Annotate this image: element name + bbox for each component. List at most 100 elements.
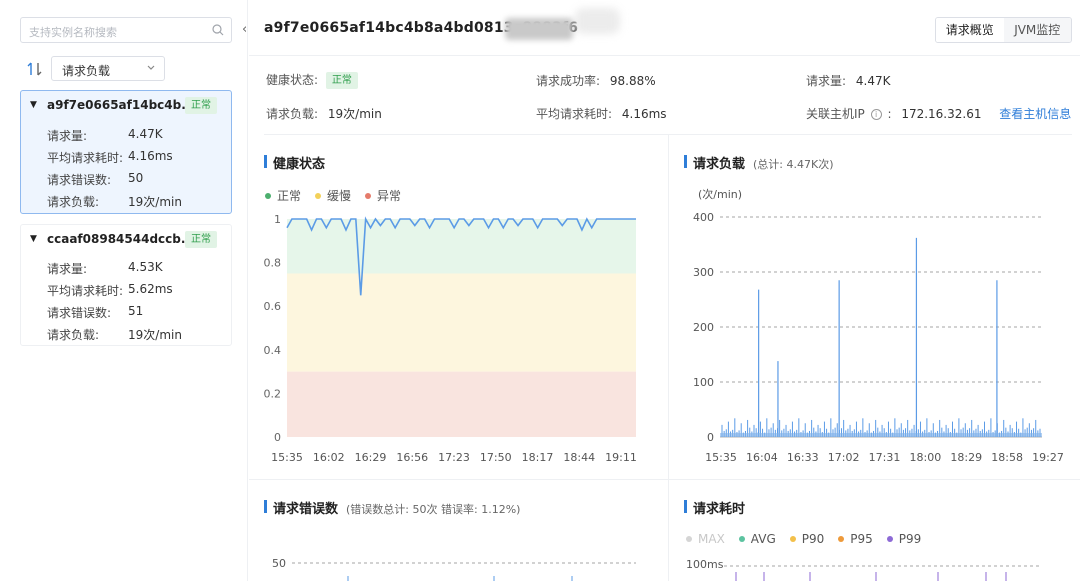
success-rate-value: 98.88% — [609, 74, 656, 88]
x-tick-label: 18:00 — [910, 451, 942, 464]
tab-overview[interactable]: 请求概览 — [936, 18, 1004, 42]
expand-triangle-icon[interactable]: ▼ — [30, 100, 37, 110]
health-legend: 正常 缓慢 异常 — [265, 187, 401, 204]
legend-item-normal[interactable]: 正常 — [265, 187, 301, 204]
host-ip-field: 关联主机IP i : 172.16.32.61 查看主机信息 — [806, 107, 1072, 121]
load-panel-title-text: 请求负载 — [693, 157, 746, 172]
metric-value: 19次/min — [128, 195, 182, 209]
x-tick-label: 16:29 — [355, 451, 387, 464]
x-tick-label: 15:35 — [271, 451, 303, 464]
metric-label: 平均请求耗时: — [47, 284, 124, 298]
load-panel-subtitle: (总计: 4.47K次) — [753, 158, 834, 171]
host-ip-value: 172.16.32.61 — [901, 107, 982, 121]
x-tick-label: 16:33 — [787, 451, 819, 464]
instance-card[interactable]: ▼ ccaaf08984544dccb... 正常 请求量: 4.53K 平均请… — [20, 224, 232, 346]
request-errors-chart: 50 — [272, 557, 636, 581]
y-tick-label: 300 — [693, 266, 714, 279]
panel-divider — [668, 135, 669, 581]
load-baseline — [720, 433, 1042, 437]
instance-name: a9f7e0665af14bc4b... — [47, 98, 195, 112]
x-tick-label: 16:04 — [746, 451, 778, 464]
health-status-field: 健康状态: 正常 — [266, 71, 358, 89]
search-icon[interactable] — [211, 23, 225, 37]
legend-item-max[interactable]: MAX — [686, 532, 725, 546]
metric-value: 4.16ms — [128, 149, 173, 163]
metric-value: 4.47K — [128, 127, 163, 141]
x-tick-label: 18:44 — [563, 451, 595, 464]
health-panel-title-text: 健康状态 — [273, 157, 326, 172]
metric-label: 请求负载: — [47, 328, 100, 342]
y-tick-label: 100ms — [686, 558, 724, 571]
metric-label: 平均请求耗时: — [47, 151, 124, 165]
sort-icon[interactable] — [26, 60, 44, 78]
request-latency-chart: 100ms — [686, 558, 1042, 581]
x-tick-label: 18:29 — [950, 451, 982, 464]
x-tick-label: 17:50 — [480, 451, 512, 464]
divider — [249, 55, 1080, 56]
sort-select-value: 请求负载 — [62, 64, 111, 78]
info-icon[interactable]: i — [870, 109, 882, 120]
metric-label: 请求负载: — [47, 195, 100, 209]
redacted-blur — [505, 18, 573, 40]
avg-latency-field: 平均请求耗时: 4.16ms — [536, 105, 667, 122]
health-status-badge: 正常 — [325, 72, 358, 89]
search-placeholder: 支持实例名称搜索 — [29, 26, 117, 39]
view-host-link[interactable]: 查看主机信息 — [999, 107, 1071, 121]
legend-item-p99[interactable]: P99 — [886, 532, 921, 546]
y-tick-label: 0.4 — [264, 344, 282, 357]
y-tick-label: 50 — [272, 557, 286, 570]
legend-item-avg[interactable]: AVG — [738, 532, 776, 546]
success-rate-label: 请求成功率: — [536, 74, 601, 88]
health-status-label: 健康状态: — [266, 73, 319, 87]
y-tick-label: 400 — [693, 211, 714, 224]
metric-value: 51 — [128, 304, 144, 318]
request-load-field: 请求负载: 19次/min — [266, 105, 382, 122]
metric-value: 4.53K — [128, 260, 163, 274]
legend-item-slow[interactable]: 缓慢 — [315, 187, 351, 204]
y-tick-label: 100 — [693, 376, 714, 389]
search-input[interactable]: 支持实例名称搜索 — [20, 17, 232, 43]
y-axis-unit: (次/min) — [698, 187, 742, 201]
x-tick-label: 17:23 — [438, 451, 470, 464]
metric-label: 请求错误数: — [47, 306, 112, 320]
y-tick-label: 0.6 — [264, 300, 282, 313]
avg-latency-value: 4.16ms — [621, 107, 667, 121]
x-tick-label: 19:11 — [605, 451, 637, 464]
host-ip-label: 关联主机IP — [806, 107, 865, 121]
request-count-label: 请求量: — [806, 74, 847, 88]
band-缓慢 — [287, 273, 636, 372]
expand-triangle-icon[interactable]: ▼ — [30, 234, 37, 244]
latency-panel-title: 请求耗时 — [684, 498, 745, 517]
divider — [249, 479, 1080, 480]
legend-item-p90[interactable]: P90 — [789, 532, 824, 546]
metric-label: 请求错误数: — [47, 173, 112, 187]
legend-item-p95[interactable]: P95 — [838, 532, 873, 546]
tab-jvm[interactable]: JVM监控 — [1003, 18, 1071, 42]
request-load-chart: (次/min) 0 100 200 300 400 15:35 16:04 16:33 17:02… — [693, 187, 1064, 464]
avg-latency-label: 平均请求耗时: — [536, 107, 613, 121]
chevron-down-icon — [147, 65, 155, 70]
y-tick-label: 0.2 — [264, 387, 282, 400]
chevron-left-icon[interactable]: ‹ — [242, 22, 254, 38]
y-tick-label: 1 — [274, 213, 281, 226]
instance-card[interactable]: ▼ a9f7e0665af14bc4b... 正常 请求量: 4.47K 平均请… — [20, 90, 232, 214]
view-tabs: 请求概览 JVM监控 — [935, 17, 1072, 43]
instance-sidebar: 支持实例名称搜索 请求负载 ▼ a9f7e0665af14bc4b... 正常 … — [0, 0, 248, 581]
request-load-value: 19次/min — [327, 107, 382, 121]
legend-item-abnormal[interactable]: 异常 — [365, 187, 401, 204]
y-tick-label: 0.8 — [264, 257, 282, 270]
errors-panel-subtitle: (错误数总计: 50次 错误率: 1.12%) — [346, 503, 521, 516]
request-load-label: 请求负载: — [266, 107, 319, 121]
sort-select[interactable]: 请求负载 — [51, 56, 165, 81]
success-rate-field: 请求成功率: 98.88% — [536, 72, 656, 89]
instance-name: ccaaf08984544dccb... — [47, 232, 195, 246]
metric-value: 50 — [128, 171, 144, 185]
x-tick-label: 19:27 — [1032, 451, 1064, 464]
health-status-chart: 0 0.2 0.4 0.6 0.8 1 15:35 16:02 16:29 16:56 17:23 1… — [264, 213, 637, 464]
x-tick-label: 18:58 — [991, 451, 1023, 464]
errors-panel-title: 请求错误数 (错误数总计: 50次 错误率: 1.12%) — [264, 498, 520, 517]
y-tick-label: 0 — [707, 431, 714, 444]
band-异常 — [287, 371, 636, 437]
redacted-blur — [575, 8, 620, 34]
y-tick-label: 0 — [274, 431, 281, 444]
